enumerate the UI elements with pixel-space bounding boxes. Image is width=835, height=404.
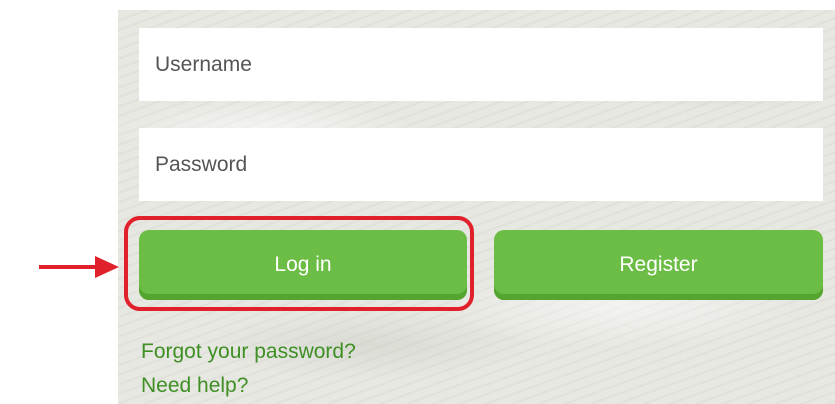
login-button[interactable]: Log in xyxy=(139,230,467,300)
password-input[interactable] xyxy=(139,128,823,201)
register-button[interactable]: Register xyxy=(494,230,823,300)
forgot-password-link[interactable]: Forgot your password? xyxy=(141,340,356,364)
login-screen: Log in Register Forgot your password? Ne… xyxy=(0,0,835,404)
username-input[interactable] xyxy=(139,28,823,101)
need-help-link[interactable]: Need help? xyxy=(141,374,248,398)
arrow-right-icon xyxy=(39,256,119,278)
